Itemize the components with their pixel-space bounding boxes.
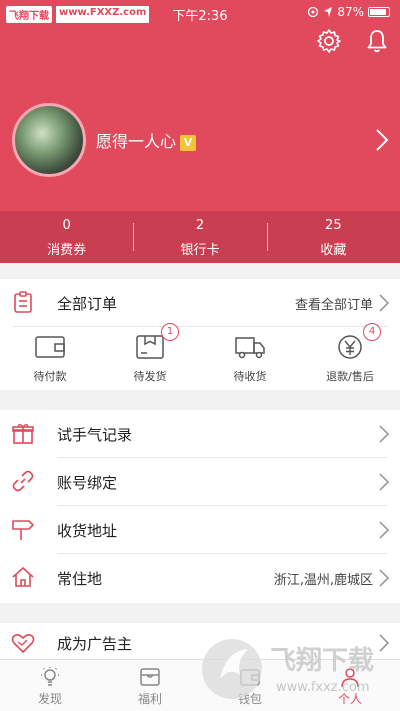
stat-label: 收藏 [320,243,347,258]
menu-item-label: 成为广告主 [57,635,133,653]
battery-icon [368,7,390,17]
tab-label: 福利 [137,692,162,706]
chevron-right-icon [379,473,390,491]
menu-item-label: 常住地 [57,570,103,588]
orders-card: 全部订单 查看全部订单 待付款 1 待发货 待收货 4 退款/售后 [0,279,400,390]
username-text: 愿得一人心 [96,132,177,151]
status-bar: 飞翔下载 www.FXXZ.com 下午2:36 87% [0,0,400,28]
lock-rotation-icon [308,6,319,18]
tab-discover[interactable]: 发现 [0,660,100,711]
home-icon [12,567,34,587]
location-arrow-icon [324,7,333,17]
heart-handshake-icon [11,634,35,653]
all-orders-row[interactable]: 全部订单 查看全部订单 [0,279,400,327]
tab-welfare[interactable]: 福利 [100,660,200,711]
stat-value: 0 [62,218,71,233]
view-all-orders-link[interactable]: 查看全部订单 [295,294,373,313]
watermark-logo: 飞翔下载 www.fxxz.com [202,639,374,699]
order-label: 待收货 [233,370,267,383]
stats-bar: 0 消费券 2 银行卡 25 收藏 [0,211,400,263]
lightbulb-icon [41,667,59,686]
gift-icon [12,424,34,444]
shop-box-icon [140,668,160,686]
profile-row[interactable]: 愿得一人心 V [12,103,392,177]
order-pending-receipt[interactable]: 待收货 [200,327,300,387]
profile-header: 飞翔下载 www.FXXZ.com 下午2:36 87% 愿得一人心 V [0,0,400,211]
notification-bell-icon[interactable] [364,28,390,54]
order-count-badge: 4 [363,323,381,341]
menu-item-label: 试手气记录 [57,426,133,444]
residence-value: 浙江,温州,鹿城区 [273,573,373,588]
verified-v-badge: V [180,135,197,151]
all-orders-label: 全部订单 [57,295,118,313]
menu-item-label: 账号绑定 [57,474,118,492]
menu-item-shipping-address[interactable]: 收货地址 [0,506,400,554]
order-label: 退款/售后 [326,370,374,383]
tab-label: 发现 [37,692,62,706]
stat-label: 银行卡 [180,243,220,258]
order-refund-aftersale[interactable]: 4 退款/售后 [300,323,400,387]
refund-yuan-icon [338,335,362,359]
avatar[interactable] [12,103,86,177]
stat-value: 2 [195,218,205,233]
menu-item-label: 收货地址 [57,522,118,540]
chevron-right-icon [379,294,390,312]
menu-item-account-binding[interactable]: 账号绑定 [0,458,400,506]
stat-coupons[interactable]: 0 消费券 [0,211,133,263]
settings-gear-icon[interactable] [316,28,342,54]
order-pending-shipment[interactable]: 1 待发货 [100,323,200,387]
wallet-icon [35,336,65,358]
order-count-badge: 1 [161,323,179,341]
watermark-site: www.fxxz.com [276,680,370,695]
chevron-right-icon [379,521,390,539]
menu-card: 试手气记录 账号绑定 收货地址 常住地 浙江,温州,鹿城区 [0,410,400,603]
order-status-row: 待付款 1 待发货 待收货 4 退款/售后 [0,323,400,387]
order-pending-payment[interactable]: 待付款 [0,327,100,387]
stat-label: 消费券 [47,243,87,258]
battery-percent: 87% [337,5,364,19]
delivery-truck-icon [235,337,265,359]
clipboard-list-icon [14,291,32,313]
order-label: 待发货 [133,370,167,383]
username: 愿得一人心 V [96,128,197,152]
watermark-title: 飞翔下载 [270,646,374,676]
link-chain-icon [12,470,34,492]
stat-bank-cards[interactable]: 2 银行卡 [133,211,266,263]
chevron-right-icon [379,569,390,587]
order-label: 待付款 [33,370,67,383]
chevron-right-icon[interactable] [372,127,392,153]
menu-item-residence[interactable]: 常住地 浙江,温州,鹿城区 [0,554,400,602]
signpost-icon [12,520,34,540]
chevron-right-icon [379,425,390,443]
stat-favorites[interactable]: 25 收藏 [266,211,400,263]
stat-value: 25 [325,218,342,233]
menu-item-lucky-record[interactable]: 试手气记录 [0,410,400,458]
